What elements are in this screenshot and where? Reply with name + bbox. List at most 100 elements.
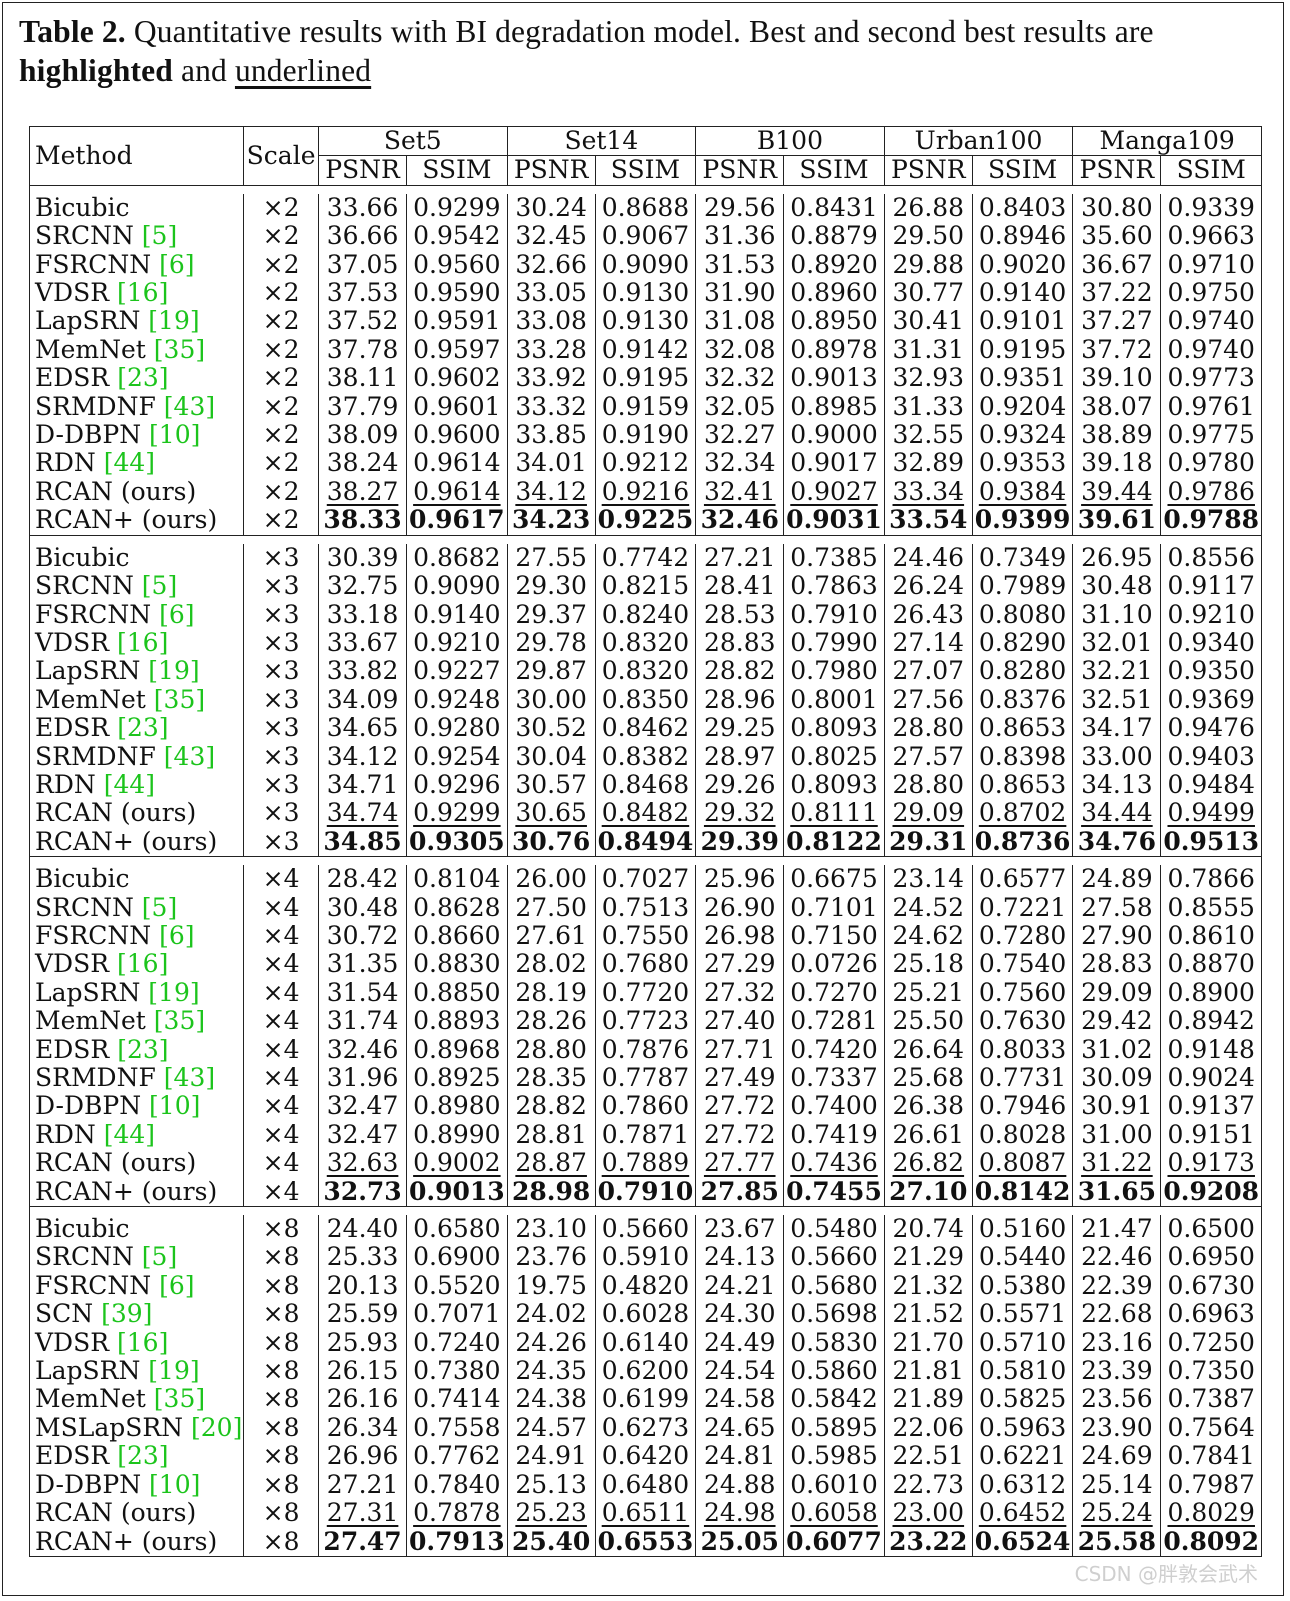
method-name: RCAN+ (ours) — [35, 1177, 218, 1206]
citation-link[interactable]: [43] — [164, 743, 215, 771]
citation-link[interactable]: [20] — [191, 1414, 242, 1442]
citation-link[interactable]: [35] — [154, 686, 205, 714]
citation-link[interactable]: [16] — [117, 1329, 168, 1357]
psnr-value: 37.52 — [326, 307, 399, 336]
ssim-value: 0.9140 — [413, 600, 501, 629]
citation-link[interactable]: [19] — [148, 307, 199, 335]
method-cell: SCN [39] — [30, 1300, 243, 1328]
method-name: FSRCNN — [35, 600, 152, 629]
psnr-value: 33.54 — [889, 506, 968, 535]
value-cell: 29.88 — [883, 250, 972, 280]
ssim-value: 0.9617 — [409, 506, 505, 535]
citation-link[interactable]: [35] — [154, 1385, 205, 1413]
method-name: FSRCNN — [35, 921, 152, 950]
psnr-value: 22.68 — [1081, 1300, 1153, 1329]
spacer-cell — [1160, 1206, 1261, 1215]
psnr-value: 26.16 — [326, 1385, 399, 1414]
citation-link[interactable]: [5] — [142, 894, 177, 922]
citation-link[interactable]: [5] — [142, 1243, 177, 1271]
citation-link[interactable]: [19] — [148, 979, 199, 1007]
citation-link[interactable]: [35] — [154, 1007, 205, 1035]
citation-link[interactable]: [6] — [159, 1272, 194, 1300]
value-cell: 34.12 — [318, 742, 406, 771]
ssim-value: 0.9499 — [1167, 799, 1255, 828]
spacer-cell — [243, 856, 318, 865]
ssim-value: 0.5440 — [978, 1243, 1067, 1272]
ssim-value: 0.7385 — [790, 543, 878, 572]
psnr-value: 34.09 — [326, 685, 399, 714]
citation-link[interactable]: [10] — [149, 1471, 200, 1499]
citation-link[interactable]: [6] — [159, 922, 194, 950]
psnr-value: 39.61 — [1077, 506, 1157, 535]
ssim-value: 0.8280 — [978, 657, 1067, 686]
value-cell: 0.8093 — [783, 714, 883, 743]
method-cell: SRMDNF [43] — [30, 393, 243, 421]
psnr-value: 27.72 — [703, 1120, 776, 1149]
psnr-value: 24.81 — [703, 1442, 776, 1471]
metric-header: SSIM — [594, 156, 696, 186]
value-cell: 21.89 — [883, 1385, 972, 1414]
citation-link[interactable]: [35] — [154, 336, 205, 364]
psnr-value: 26.24 — [892, 572, 965, 601]
spacer-cell — [506, 856, 595, 865]
citation-link[interactable]: [43] — [164, 393, 215, 421]
citation-link[interactable]: [19] — [148, 657, 199, 685]
citation-link[interactable]: [44] — [104, 771, 155, 799]
citation-link[interactable]: [39] — [101, 1300, 152, 1328]
spacer-cell — [783, 534, 884, 544]
value-cell: 30.80 — [1072, 193, 1160, 223]
table-row: RCAN+ (ours) ×8 27.47 0.7913 25.40 0.6553 25.0… — [30, 1527, 1261, 1556]
citation-link[interactable]: [16] — [117, 279, 168, 307]
method-name: VDSR — [35, 950, 110, 979]
psnr-value: 34.12 — [515, 477, 587, 506]
value-cell: 0.9305 — [406, 827, 506, 857]
citation-link[interactable]: [19] — [148, 1357, 199, 1385]
psnr-value: 30.72 — [326, 921, 399, 950]
citation-link[interactable]: [16] — [117, 950, 168, 978]
citation-link[interactable]: [10] — [149, 1092, 200, 1120]
psnr-value: 23.16 — [1081, 1328, 1153, 1357]
ssim-value: 0.9369 — [1167, 685, 1255, 714]
value-cell: 0.7889 — [594, 1149, 695, 1178]
citation-link[interactable]: [16] — [117, 629, 168, 657]
citation-link[interactable]: [23] — [117, 1442, 168, 1470]
method-cell: VDSR [16] — [30, 279, 243, 307]
psnr-value: 29.78 — [515, 628, 587, 657]
citation-link[interactable]: [6] — [159, 601, 194, 629]
method-cell: FSRCNN [6] — [30, 251, 243, 279]
citation-link[interactable]: [5] — [142, 572, 177, 600]
citation-link[interactable]: [43] — [164, 1064, 215, 1092]
ssim-value: 0.8376 — [978, 685, 1067, 714]
value-cell: 0.8462 — [594, 714, 695, 743]
table-row: VDSR [16] ×4 31.35 0.8830 28.02 0.7680 27.29 0.… — [30, 950, 1261, 979]
ssim-value: 0.8093 — [790, 770, 878, 799]
psnr-value: 26.15 — [326, 1357, 399, 1386]
method-name: VDSR — [35, 628, 110, 657]
spacer-cell — [318, 1206, 407, 1215]
psnr-value: 37.27 — [1081, 307, 1153, 336]
value-cell: 30.65 — [506, 799, 595, 828]
value-cell: 0.6577 — [971, 865, 1072, 894]
table-row: D-DBPN [10] ×2 38.09 0.9600 33.85 0.9190 32.27… — [30, 421, 1261, 450]
value-cell: 0.8900 — [1160, 978, 1261, 1008]
citation-link[interactable]: [23] — [117, 1036, 168, 1064]
citation-link[interactable]: [23] — [117, 364, 168, 392]
psnr-value: 25.18 — [892, 950, 965, 979]
value-cell: 0.5842 — [783, 1385, 883, 1414]
citation-link[interactable]: [23] — [117, 714, 168, 742]
table-row: EDSR [23] ×4 32.46 0.8968 28.80 0.7876 27.71 0.… — [30, 1035, 1261, 1064]
ssim-value: 0.6028 — [601, 1300, 690, 1329]
citation-link[interactable]: [44] — [104, 449, 155, 477]
table-row: RDN [44] ×2 38.24 0.9614 34.01 0.9212 32.34 0.9… — [30, 449, 1261, 478]
value-cell: 0.8879 — [783, 222, 883, 251]
citation-link[interactable]: [10] — [149, 421, 200, 449]
citation-link[interactable]: [5] — [142, 222, 177, 250]
ssim-value: 0.7723 — [601, 1007, 690, 1036]
psnr-value: 27.32 — [703, 978, 776, 1007]
value-cell: 28.98 — [506, 1177, 595, 1207]
ssim-value: 0.7564 — [1167, 1413, 1255, 1442]
citation-link[interactable]: [44] — [104, 1121, 155, 1149]
citation-link[interactable]: [6] — [159, 251, 194, 279]
value-cell: 25.68 — [883, 1064, 972, 1093]
ssim-value: 0.7337 — [790, 1064, 878, 1092]
